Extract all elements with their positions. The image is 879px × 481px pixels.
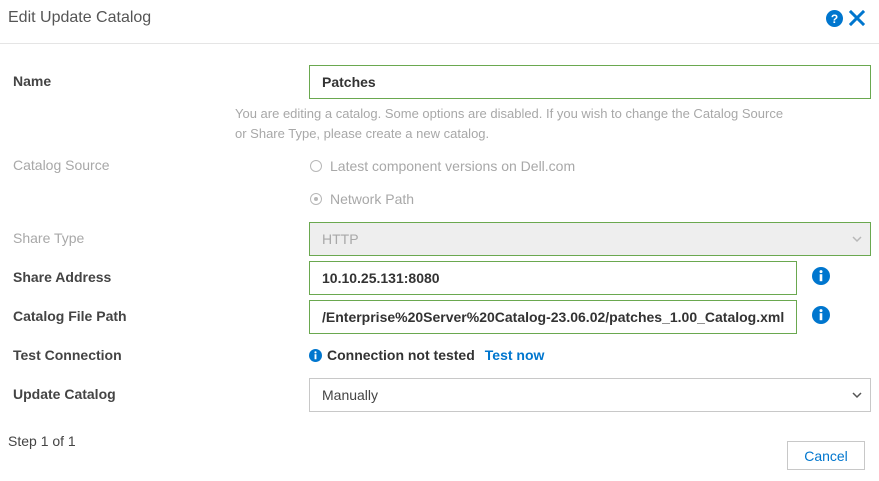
radio-label: Network Path <box>330 191 415 207</box>
info-icon[interactable] <box>812 306 830 324</box>
radio-network-path[interactable]: Network Path <box>310 190 414 208</box>
connection-status-text: Connection not tested <box>327 347 475 363</box>
chevron-down-icon <box>852 236 862 243</box>
connection-status-row: Connection not tested Test now <box>309 346 544 364</box>
share-type-value: HTTP <box>322 231 359 247</box>
chevron-down-icon <box>852 392 862 399</box>
test-now-link[interactable]: Test now <box>485 347 545 363</box>
share-type-label: Share Type <box>13 230 85 246</box>
share-address-input[interactable]: 10.10.25.131:8080 <box>309 261 797 295</box>
radio-button-selected[interactable] <box>310 193 322 205</box>
name-label: Name <box>13 73 52 89</box>
svg-text:?: ? <box>831 12 838 26</box>
radio-label: Latest component versions on Dell.com <box>330 158 576 174</box>
cancel-button[interactable]: Cancel <box>787 441 865 470</box>
update-catalog-label: Update Catalog <box>13 386 116 402</box>
share-type-select[interactable]: HTTP <box>309 222 871 256</box>
help-icon[interactable]: ? <box>826 10 843 27</box>
catalog-source-label: Catalog Source <box>13 157 110 173</box>
edit-hint-text: You are editing a catalog. Some options … <box>235 106 784 141</box>
catalog-file-path-input[interactable]: /Enterprise%20Server%20Catalog-23.06.02/… <box>309 300 797 334</box>
step-indicator: Step 1 of 1 <box>8 433 76 449</box>
dialog-title: Edit Update Catalog <box>8 9 152 26</box>
update-catalog-select[interactable]: Manually <box>309 378 871 412</box>
info-icon <box>309 348 322 362</box>
update-catalog-value: Manually <box>322 387 379 403</box>
share-address-label: Share Address <box>13 269 112 285</box>
dialog-header: Edit Update Catalog ? <box>0 0 879 44</box>
catalog-file-path-label: Catalog File Path <box>13 308 127 324</box>
name-input[interactable]: Patches <box>309 65 871 99</box>
radio-button[interactable] <box>310 160 322 172</box>
info-icon[interactable] <box>812 267 830 285</box>
close-icon[interactable] <box>849 10 865 26</box>
test-connection-label: Test Connection <box>13 347 122 363</box>
radio-dell-com[interactable]: Latest component versions on Dell.com <box>310 157 575 175</box>
